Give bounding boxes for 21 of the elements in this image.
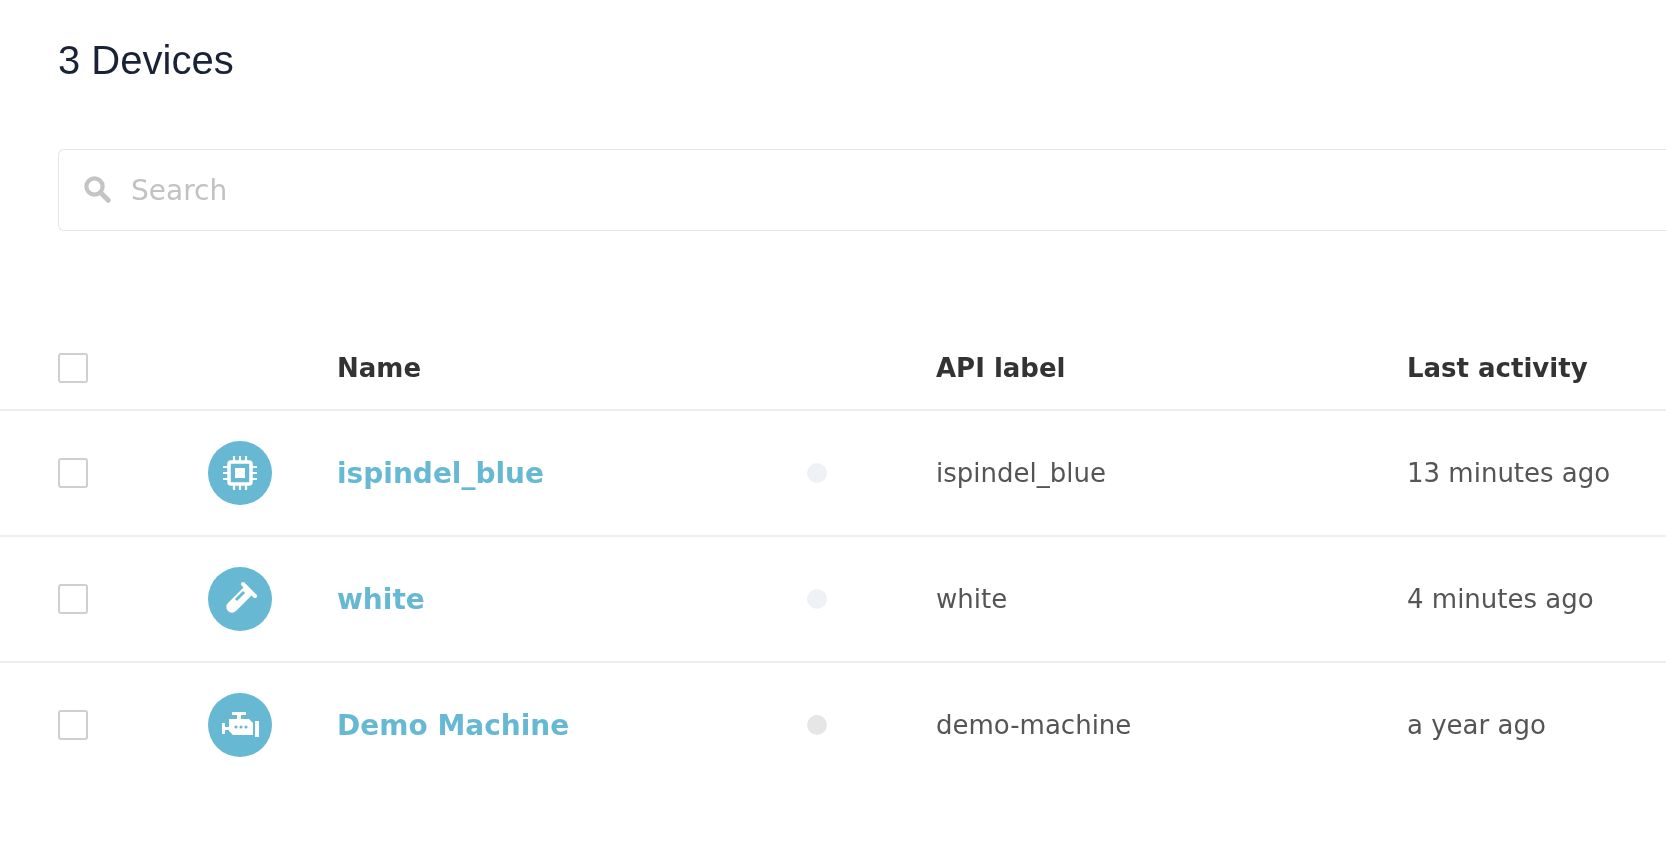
test-tube-icon	[208, 567, 272, 631]
column-header: Last activity	[1407, 353, 1588, 383]
table-cell: 13 minutes ago	[1407, 458, 1611, 488]
device-link[interactable]: ispindel_blue	[337, 456, 545, 490]
device-link[interactable]: white	[337, 582, 425, 616]
engine-icon	[208, 693, 272, 757]
column-header: Name	[337, 353, 422, 383]
checkbox[interactable]	[58, 584, 88, 614]
table-cell: a year ago	[1407, 710, 1546, 740]
checkbox[interactable]	[58, 353, 88, 383]
table-cell: ispindel_blue	[936, 458, 1106, 488]
table-cell: white	[936, 584, 1008, 614]
table-cell: 4 minutes ago	[1407, 584, 1594, 614]
device-link[interactable]: Demo Machine	[337, 708, 570, 742]
page-title: 3 Devices	[57, 37, 235, 84]
table-cell: demo-machine	[936, 710, 1132, 740]
checkbox[interactable]	[58, 710, 88, 740]
column-header: API label	[936, 353, 1066, 383]
checkbox[interactable]	[58, 458, 88, 488]
chip-icon	[208, 441, 272, 505]
search-field[interactable]: Search	[58, 149, 1666, 231]
